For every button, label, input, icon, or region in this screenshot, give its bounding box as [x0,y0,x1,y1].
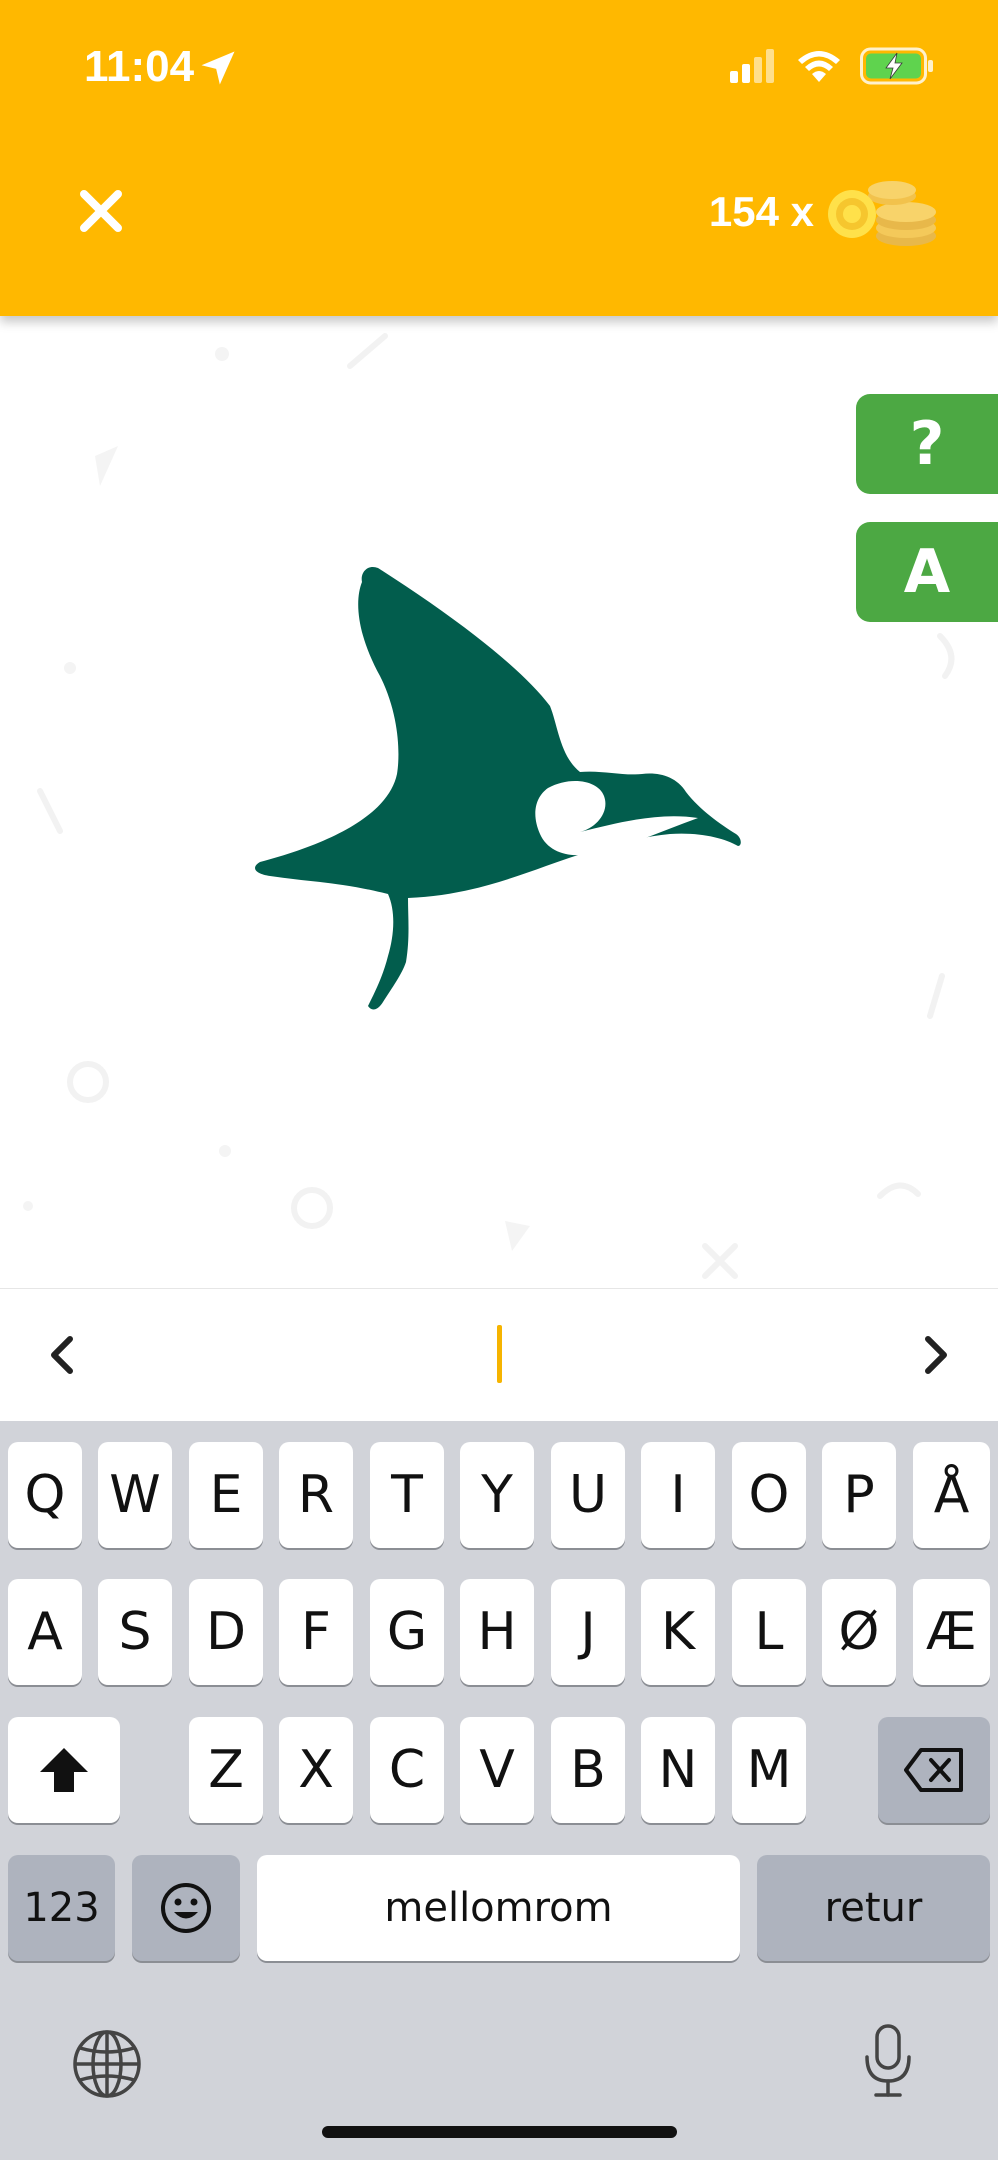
key-n[interactable]: N [641,1717,715,1823]
answer-input-row [0,1288,998,1422]
hint-button[interactable]: ? [856,394,998,494]
key-a[interactable]: A [8,1579,82,1685]
key-s[interactable]: S [98,1579,172,1685]
key-r[interactable]: R [279,1442,353,1548]
coins-icon [828,181,936,246]
key-t[interactable]: T [370,1442,444,1548]
key-p[interactable]: P [822,1442,896,1548]
coins-counter: 154 x [709,176,938,248]
key-w[interactable]: W [98,1442,172,1548]
location-arrow-icon [201,51,235,85]
on-screen-keyboard: Q W E R T Y U I O P Å A S D F G H J K L … [0,1421,998,2160]
cellular-signal-icon [730,49,774,83]
globe-icon[interactable] [72,2029,142,2099]
key-q[interactable]: Q [8,1442,82,1548]
key-v[interactable]: V [460,1717,534,1823]
key-a-ring[interactable]: Å [913,1442,990,1548]
reveal-answer-button[interactable]: A [856,522,998,622]
key-m[interactable]: M [732,1717,806,1823]
key-j[interactable]: J [551,1579,625,1685]
numbers-key[interactable]: 123 [8,1855,115,1961]
key-o[interactable]: O [732,1442,806,1548]
top-bar: 11:04 154 x [0,0,998,316]
key-k[interactable]: K [641,1579,715,1685]
key-y[interactable]: Y [460,1442,534,1548]
battery-charging-icon [860,47,933,85]
key-c[interactable]: C [370,1717,444,1823]
key-l[interactable]: L [732,1579,806,1685]
chevron-left-icon[interactable] [36,1327,92,1383]
key-i[interactable]: I [641,1442,715,1548]
shift-key[interactable] [8,1717,120,1823]
return-key[interactable]: retur [757,1855,990,1961]
key-u[interactable]: U [551,1442,625,1548]
shift-icon [40,1748,88,1792]
status-time: 11:04 [84,42,195,91]
key-d[interactable]: D [189,1579,263,1685]
key-ae[interactable]: Æ [913,1579,990,1685]
key-b[interactable]: B [551,1717,625,1823]
home-indicator[interactable] [322,2126,677,2138]
space-key[interactable]: mellomrom [257,1855,740,1961]
key-z[interactable]: Z [189,1717,263,1823]
puzzle-area: ? A [0,316,998,1288]
backspace-icon [904,1748,963,1792]
text-cursor[interactable] [497,1325,502,1383]
close-icon[interactable] [78,188,124,234]
key-h[interactable]: H [460,1579,534,1685]
wifi-icon [798,51,840,82]
bird-logo-image [255,566,741,1010]
microphone-icon[interactable] [862,2023,914,2099]
key-f[interactable]: F [279,1579,353,1685]
key-x[interactable]: X [279,1717,353,1823]
coins-count: 154 x [708,188,814,235]
key-e[interactable]: E [189,1442,263,1548]
key-g[interactable]: G [370,1579,444,1685]
emoji-key[interactable] [132,1855,240,1961]
emoji-icon [161,1883,211,1933]
chevron-right-icon[interactable] [906,1327,962,1383]
key-o-slash[interactable]: Ø [822,1579,896,1685]
status-icons [730,44,934,88]
delete-key[interactable] [878,1717,990,1823]
